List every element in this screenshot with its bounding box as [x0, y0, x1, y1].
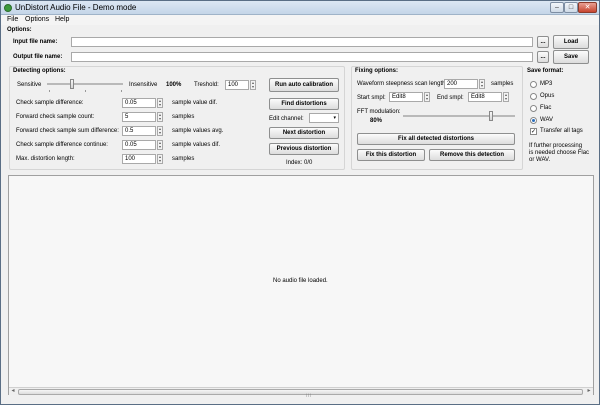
treshold-label: Treshold: [194, 82, 219, 88]
output-file-label: Output file name: [13, 54, 63, 60]
scroll-left-icon[interactable]: ◂ [9, 388, 17, 396]
load-button[interactable]: Load [553, 35, 589, 49]
window-title: UnDistort Audio File - Demo mode [15, 3, 137, 12]
sensitive-label: Sensitive [17, 82, 42, 88]
treshold-input[interactable]: 100 [225, 80, 249, 90]
menu-options[interactable]: Options [25, 16, 49, 23]
menu-bar: File Options Help [1, 15, 599, 25]
find-distortions-button[interactable]: Find distortions [269, 98, 339, 110]
field-label: Forward check sample sum difference: [16, 128, 119, 134]
app-icon [4, 4, 12, 12]
sensitivity-slider-track [47, 83, 123, 85]
fft-slider-thumb[interactable] [489, 111, 494, 121]
transfer-tags-checkbox[interactable]: ✓ [530, 128, 537, 135]
save-button[interactable]: Save [553, 50, 589, 64]
max-distortion-length-spinner[interactable]: ▴ ▾ [157, 154, 163, 164]
menu-file[interactable]: File [7, 16, 18, 23]
slider-tick [121, 90, 122, 92]
scroll-right-icon[interactable]: ▸ [585, 388, 593, 396]
format-label: Opus [540, 93, 555, 99]
scrollbar-thumb[interactable]: ||| [18, 389, 583, 397]
sensitivity-percent: 100% [166, 82, 182, 88]
audio-waveform-panel[interactable]: No audio file loaded. [8, 175, 594, 395]
edit-channel-select[interactable]: ▾ [309, 113, 339, 123]
treshold-spinner[interactable]: ▴ ▾ [250, 80, 256, 90]
close-button[interactable]: ✕ [578, 2, 597, 13]
radio-wav[interactable] [530, 117, 537, 124]
title-bar: UnDistort Audio File - Demo mode – □ ✕ [1, 1, 599, 15]
previous-distortion-button[interactable]: Previous distortion [269, 143, 339, 155]
next-distortion-button[interactable]: Next distortion [269, 127, 339, 139]
browse-input-button[interactable]: ... [537, 36, 549, 48]
waveform-scan-spinner[interactable]: ▴ ▾ [479, 79, 485, 89]
fix-all-distortions-button[interactable]: Fix all detected distortions [357, 133, 515, 145]
input-file-field[interactable] [71, 37, 533, 47]
format-note: is needed choose Flac [529, 150, 590, 156]
waveform-scan-input[interactable]: 200 [444, 79, 478, 89]
end-sample-input[interactable]: Edit8 [468, 92, 502, 102]
start-sample-input[interactable]: Edit8 [389, 92, 423, 102]
waveform-scan-label: Waveform steepness scan length: [357, 81, 448, 87]
input-file-label: Input file name: [13, 39, 58, 45]
start-sample-spinner[interactable]: ▴ ▾ [424, 92, 430, 102]
sensitivity-slider-thumb[interactable] [70, 79, 75, 89]
radio-opus[interactable] [530, 93, 537, 100]
radio-mp3[interactable] [530, 81, 537, 88]
forward-check-sum-input[interactable]: 0.5 [122, 126, 156, 136]
format-note: If further processing [529, 143, 583, 149]
format-label: Flac [540, 105, 552, 111]
fft-modulation-label: FFT modulation: [357, 109, 401, 115]
options-heading: Options: [7, 27, 32, 33]
detecting-heading: Detecting options: [13, 68, 66, 74]
fft-modulation-percent: 80% [370, 118, 383, 124]
main-window: UnDistort Audio File - Demo mode – □ ✕ F… [0, 0, 600, 405]
check-sample-continue-input[interactable]: 0.05 [122, 140, 156, 150]
scrollbar-grip: ||| [306, 392, 313, 397]
slider-tick [49, 90, 50, 92]
check-sample-difference-spinner[interactable]: ▴ ▾ [157, 98, 163, 108]
forward-check-count-spinner[interactable]: ▴ ▾ [157, 112, 163, 122]
fft-slider-track [403, 115, 515, 117]
waveform-scan-unit: samples [491, 81, 514, 87]
distortion-index: Index: 0/0 [286, 160, 313, 166]
save-format-heading: Save format: [527, 68, 564, 74]
field-unit: sample value dif. [172, 100, 218, 106]
radio-flac[interactable] [530, 105, 537, 112]
run-auto-calibration-button[interactable]: Run auto calibration [269, 78, 339, 92]
field-unit: samples [172, 114, 195, 120]
horizontal-scrollbar[interactable]: ◂ ||| ▸ [9, 387, 593, 397]
format-label: WAV [540, 117, 553, 123]
empty-message: No audio file loaded. [273, 278, 328, 284]
slider-tick [85, 90, 86, 92]
edit-channel-label: Edit channel: [269, 116, 304, 122]
field-label: Check sample difference continue: [16, 142, 108, 148]
chevron-down-icon: ▾ [333, 115, 336, 121]
format-label: MP3 [540, 81, 553, 87]
remove-detection-button[interactable]: Remove this detection [429, 149, 515, 161]
end-sample-label: End smpl: [437, 95, 464, 101]
fix-this-distortion-button[interactable]: Fix this distortion [357, 149, 425, 161]
minimize-button[interactable]: – [550, 2, 564, 13]
format-note: or WAV. [529, 157, 551, 163]
field-label: Forward check sample count: [16, 114, 95, 120]
output-file-field[interactable] [71, 52, 533, 62]
start-sample-label: Start smpl: [357, 95, 386, 101]
forward-check-count-input[interactable]: 5 [122, 112, 156, 122]
forward-check-sum-spinner[interactable]: ▴ ▾ [157, 126, 163, 136]
browse-output-button[interactable]: ... [537, 51, 549, 63]
maximize-button[interactable]: □ [564, 2, 578, 13]
check-sample-difference-input[interactable]: 0.05 [122, 98, 156, 108]
fixing-heading: Fixing options: [355, 68, 398, 74]
field-unit: sample values avg. [172, 128, 224, 134]
field-unit: sample values dif. [172, 142, 221, 148]
menu-help[interactable]: Help [55, 16, 69, 23]
end-sample-spinner[interactable]: ▴ ▾ [503, 92, 509, 102]
check-sample-continue-spinner[interactable]: ▴ ▾ [157, 140, 163, 150]
field-label: Max. distortion length: [16, 156, 75, 162]
insensitive-label: Insensitive [129, 82, 158, 88]
field-label: Check sample difference: [16, 100, 84, 106]
transfer-tags-label: Transfer all tags [540, 128, 583, 134]
field-unit: samples [172, 156, 195, 162]
max-distortion-length-input[interactable]: 100 [122, 154, 156, 164]
